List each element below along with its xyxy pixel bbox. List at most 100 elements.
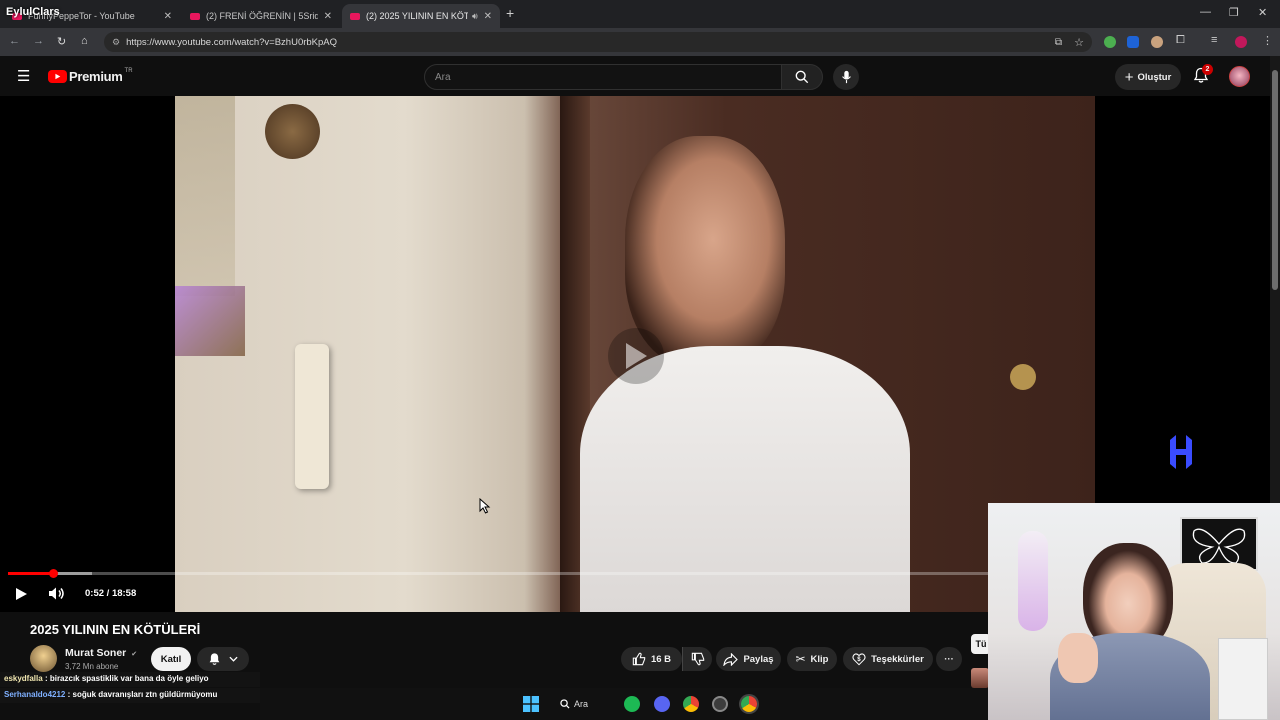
- minimize-icon[interactable]: —: [1200, 6, 1211, 18]
- drawer-unit: [1218, 638, 1268, 720]
- page-scrollbar[interactable]: [1270, 56, 1280, 503]
- chat-message: eskydfalla : birazcık spastiklik var ban…: [0, 672, 260, 687]
- video-title: 2025 YILININ EN KÖTÜLERİ: [30, 622, 201, 637]
- microphone-icon: [841, 70, 851, 84]
- video-frame[interactable]: [175, 96, 1095, 612]
- intercom-device: [295, 344, 329, 489]
- windows-start-icon[interactable]: [523, 696, 539, 712]
- dislike-button[interactable]: [682, 647, 712, 671]
- channel-avatar[interactable]: [30, 645, 57, 672]
- streamer-hand: [1058, 633, 1098, 683]
- door-lock: [1010, 364, 1036, 390]
- speaker-icon[interactable]: 🔊︎: [472, 11, 478, 22]
- install-app-icon[interactable]: ⧉: [1055, 37, 1062, 48]
- youtube-favicon-icon: [350, 12, 360, 20]
- close-tab-icon[interactable]: ✕: [164, 11, 172, 22]
- like-button[interactable]: 16 B: [621, 647, 682, 671]
- channel-name-row[interactable]: Murat Soner ✔: [65, 647, 137, 659]
- browser-tab-bar: FunnyPeppeTor - YouTube ✕ (2) FRENİ ÖĞRE…: [0, 0, 1280, 28]
- browser-toolbar: ← → ↻ ⌂ ⚙ https://www.youtube.com/watch?…: [0, 28, 1280, 56]
- chrome-active-icon[interactable]: [741, 696, 757, 712]
- youtube-header: ☰ Premium TR Ara + Oluştur 2: [0, 56, 1270, 96]
- notifications-button[interactable]: 2: [1193, 64, 1213, 89]
- duration: 18:58: [111, 588, 137, 599]
- home-icon[interactable]: ⌂: [81, 35, 88, 47]
- windows-taskbar: Ara: [260, 688, 988, 720]
- webcam-overlay: [988, 503, 1280, 720]
- hamburger-menu-icon[interactable]: ☰: [17, 67, 30, 85]
- share-label: Paylaş: [743, 653, 774, 665]
- chat-message: Serhanaldo4212 : soğuk davranışları ztn …: [0, 688, 260, 703]
- notification-badge: 2: [1202, 64, 1213, 75]
- back-icon[interactable]: ←: [9, 35, 20, 47]
- browser-menu-icon[interactable]: ⋮: [1262, 34, 1273, 47]
- share-button[interactable]: Paylaş: [716, 647, 781, 671]
- channel-name[interactable]: Murat Soner: [65, 647, 126, 659]
- thanks-button[interactable]: $ Teşekkürler: [843, 647, 933, 671]
- forward-icon[interactable]: →: [33, 35, 44, 47]
- youtube-favicon-icon: [190, 12, 200, 20]
- time-display: 0:52 / 18:58: [85, 588, 136, 599]
- clip-button[interactable]: ✂ Klip: [787, 647, 837, 671]
- new-tab-button[interactable]: +: [506, 5, 514, 21]
- chevron-down-icon: [229, 656, 238, 662]
- wall-clock-decoration: [265, 104, 320, 159]
- logo-text: Premium: [69, 69, 123, 84]
- spotify-icon[interactable]: [624, 696, 640, 712]
- bookmark-star-icon[interactable]: ☆: [1074, 36, 1084, 49]
- scrollbar-thumb[interactable]: [1272, 70, 1278, 290]
- obs-icon[interactable]: [712, 696, 728, 712]
- extensions-puzzle-icon[interactable]: ⧠: [1176, 34, 1185, 47]
- taskbar-search[interactable]: Ara: [560, 695, 588, 713]
- close-window-icon[interactable]: ✕: [1258, 6, 1267, 19]
- subscriber-count: 3,72 Mn abone: [65, 662, 119, 671]
- svg-text:$: $: [857, 656, 861, 663]
- related-video-thumbnail[interactable]: [971, 668, 989, 688]
- extension-audio-icon[interactable]: [1127, 36, 1139, 48]
- play-icon: [626, 343, 647, 369]
- extension-shield-icon[interactable]: [1104, 36, 1116, 48]
- chat-username: Serhanaldo4212: [4, 690, 66, 699]
- chat-text: birazcık spastiklik var bana da öyle gel…: [49, 674, 209, 683]
- wall-decoration: [175, 96, 235, 296]
- search-input[interactable]: Ara: [424, 64, 782, 90]
- verified-badge-icon: ✔: [131, 651, 138, 658]
- search-icon: [560, 699, 570, 709]
- chrome-icon[interactable]: [683, 696, 699, 712]
- voice-search-button[interactable]: [833, 64, 859, 90]
- center-play-button[interactable]: [608, 328, 664, 384]
- browser-tab-title: (2) 2025 YILININ EN KÖTÜL: [366, 11, 468, 21]
- progress-played: [8, 572, 53, 575]
- create-label: Oluştur: [1137, 71, 1172, 83]
- profile-avatar-icon[interactable]: [1235, 36, 1247, 48]
- youtube-play-logo-icon: [48, 70, 67, 83]
- discord-icon[interactable]: [654, 696, 670, 712]
- stream-overlay-logo: EylulClars: [6, 6, 60, 18]
- volume-icon[interactable]: [48, 586, 66, 601]
- address-bar[interactable]: ⚙ https://www.youtube.com/watch?v=BzhU0r…: [104, 32, 1092, 52]
- play-icon[interactable]: [15, 587, 28, 601]
- progress-scrubber-handle[interactable]: [48, 569, 58, 578]
- account-avatar[interactable]: [1229, 66, 1250, 87]
- browser-tab-active[interactable]: (2) 2025 YILININ EN KÖTÜL 🔊︎ ✕: [342, 4, 500, 28]
- more-actions-button[interactable]: ···: [936, 647, 962, 671]
- browser-tab[interactable]: (2) FRENİ ÖĞRENİN | 5Sriders | ✕: [182, 4, 340, 28]
- search-button[interactable]: [781, 64, 823, 90]
- close-tab-icon[interactable]: ✕: [484, 11, 492, 22]
- chat-username: eskydfalla: [4, 674, 43, 683]
- reload-icon[interactable]: ↻: [57, 35, 66, 48]
- progress-bar[interactable]: [8, 569, 988, 578]
- site-info-icon[interactable]: ⚙: [112, 37, 120, 48]
- extension-cookie-icon[interactable]: [1151, 36, 1163, 48]
- close-tab-icon[interactable]: ✕: [324, 11, 332, 22]
- super-thanks-icon: $: [852, 653, 866, 666]
- restore-icon[interactable]: ❐: [1229, 6, 1239, 19]
- streamer-logo-icon: [1170, 435, 1192, 469]
- youtube-logo[interactable]: Premium TR: [48, 68, 133, 84]
- media-controls-icon[interactable]: ≡: [1211, 34, 1217, 46]
- create-button[interactable]: + Oluştur: [1115, 64, 1181, 90]
- subscription-notifications-button[interactable]: [197, 647, 249, 671]
- search-icon: [795, 70, 809, 84]
- plus-icon: +: [1124, 68, 1134, 86]
- join-button[interactable]: Katıl: [151, 647, 191, 671]
